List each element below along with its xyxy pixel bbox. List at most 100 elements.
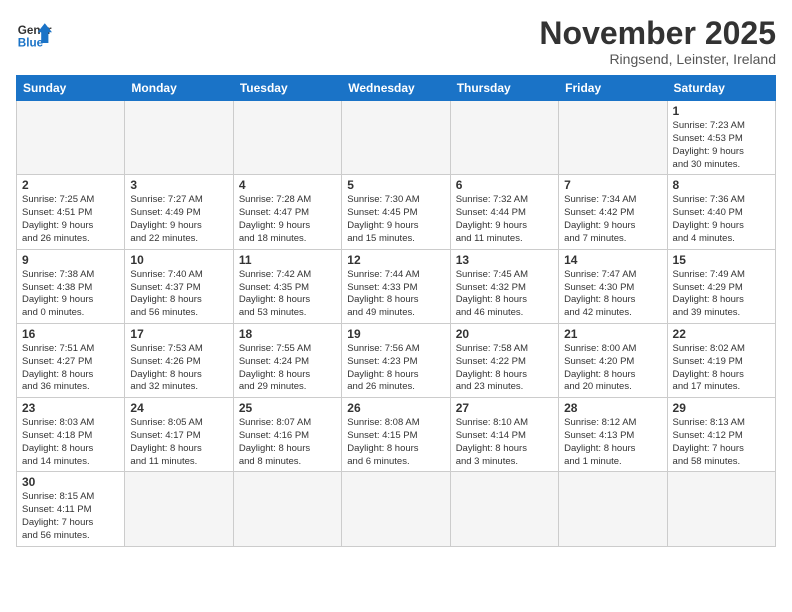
header-friday: Friday bbox=[559, 76, 667, 101]
table-row: 10 Sunrise: 7:40 AM Sunset: 4:37 PM Dayli… bbox=[125, 249, 233, 323]
day-number: 16 bbox=[22, 327, 119, 341]
table-row: 14 Sunrise: 7:47 AM Sunset: 4:30 PM Dayli… bbox=[559, 249, 667, 323]
day-number: 2 bbox=[22, 178, 119, 192]
day-number: 18 bbox=[239, 327, 336, 341]
table-row: 12Sunrise: 7:44 AM Sunset: 4:33 PM Dayli… bbox=[342, 249, 450, 323]
table-row bbox=[233, 101, 341, 175]
header-monday: Monday bbox=[125, 76, 233, 101]
day-info: Sunrise: 7:27 AM Sunset: 4:49 PM Dayligh… bbox=[130, 194, 227, 245]
day-info: Sunrise: 7:51 AM Sunset: 4:27 PM Dayligh… bbox=[22, 343, 119, 394]
header-saturday: Saturday bbox=[667, 76, 775, 101]
table-row: 26 Sunrise: 8:08 AM Sunset: 4:15 PM Dayli… bbox=[342, 398, 450, 472]
day-number: 28 bbox=[564, 401, 661, 415]
calendar: Sunday Monday Tuesday Wednesday Thursday… bbox=[16, 75, 776, 547]
day-number: 1 bbox=[673, 104, 770, 118]
table-row: 16 Sunrise: 7:51 AM Sunset: 4:27 PM Dayli… bbox=[17, 323, 125, 397]
day-number: 13 bbox=[456, 253, 553, 267]
calendar-header-row: Sunday Monday Tuesday Wednesday Thursday… bbox=[17, 76, 776, 101]
day-info: Sunrise: 8:08 AM Sunset: 4:15 PM Dayligh… bbox=[347, 417, 444, 468]
day-info: Sunrise: 8:12 AM Sunset: 4:13 PM Dayligh… bbox=[564, 417, 661, 468]
table-row bbox=[17, 101, 125, 175]
day-number: 10 bbox=[130, 253, 227, 267]
day-number: 3 bbox=[130, 178, 227, 192]
day-info: Sunrise: 8:10 AM Sunset: 4:14 PM Dayligh… bbox=[456, 417, 553, 468]
day-number: 24 bbox=[130, 401, 227, 415]
day-number: 6 bbox=[456, 178, 553, 192]
header-wednesday: Wednesday bbox=[342, 76, 450, 101]
table-row bbox=[559, 101, 667, 175]
table-row: 22Sunrise: 8:02 AM Sunset: 4:19 PM Dayli… bbox=[667, 323, 775, 397]
table-row: 19 Sunrise: 7:56 AM Sunset: 4:23 PM Dayli… bbox=[342, 323, 450, 397]
table-row bbox=[125, 101, 233, 175]
day-info: Sunrise: 8:03 AM Sunset: 4:18 PM Dayligh… bbox=[22, 417, 119, 468]
day-number: 7 bbox=[564, 178, 661, 192]
day-number: 27 bbox=[456, 401, 553, 415]
day-number: 30 bbox=[22, 475, 119, 489]
location: Ringsend, Leinster, Ireland bbox=[539, 51, 776, 67]
table-row: 7 Sunrise: 7:34 AM Sunset: 4:42 PM Daylig… bbox=[559, 175, 667, 249]
day-info: Sunrise: 7:32 AM Sunset: 4:44 PM Dayligh… bbox=[456, 194, 553, 245]
day-info: Sunrise: 7:25 AM Sunset: 4:51 PM Dayligh… bbox=[22, 194, 119, 245]
day-number: 23 bbox=[22, 401, 119, 415]
logo-icon: General Blue bbox=[16, 16, 52, 52]
day-info: Sunrise: 7:56 AM Sunset: 4:23 PM Dayligh… bbox=[347, 343, 444, 394]
header-tuesday: Tuesday bbox=[233, 76, 341, 101]
table-row bbox=[559, 472, 667, 546]
day-info: Sunrise: 7:28 AM Sunset: 4:47 PM Dayligh… bbox=[239, 194, 336, 245]
table-row: 17Sunrise: 7:53 AM Sunset: 4:26 PM Dayli… bbox=[125, 323, 233, 397]
day-number: 8 bbox=[673, 178, 770, 192]
day-info: Sunrise: 7:36 AM Sunset: 4:40 PM Dayligh… bbox=[673, 194, 770, 245]
day-info: Sunrise: 8:02 AM Sunset: 4:19 PM Dayligh… bbox=[673, 343, 770, 394]
table-row bbox=[450, 472, 558, 546]
day-number: 19 bbox=[347, 327, 444, 341]
table-row bbox=[667, 472, 775, 546]
table-row: 25 Sunrise: 8:07 AM Sunset: 4:16 PM Dayli… bbox=[233, 398, 341, 472]
table-row: 28 Sunrise: 8:12 AM Sunset: 4:13 PM Dayli… bbox=[559, 398, 667, 472]
day-number: 25 bbox=[239, 401, 336, 415]
day-number: 15 bbox=[673, 253, 770, 267]
table-row bbox=[450, 101, 558, 175]
day-info: Sunrise: 7:34 AM Sunset: 4:42 PM Dayligh… bbox=[564, 194, 661, 245]
day-info: Sunrise: 7:44 AM Sunset: 4:33 PM Dayligh… bbox=[347, 269, 444, 320]
day-info: Sunrise: 7:55 AM Sunset: 4:24 PM Dayligh… bbox=[239, 343, 336, 394]
day-info: Sunrise: 7:45 AM Sunset: 4:32 PM Dayligh… bbox=[456, 269, 553, 320]
day-number: 26 bbox=[347, 401, 444, 415]
table-row: 9Sunrise: 7:38 AM Sunset: 4:38 PM Daylig… bbox=[17, 249, 125, 323]
table-row bbox=[342, 101, 450, 175]
day-info: Sunrise: 7:38 AM Sunset: 4:38 PM Dayligh… bbox=[22, 269, 119, 320]
table-row: 6 Sunrise: 7:32 AM Sunset: 4:44 PM Daylig… bbox=[450, 175, 558, 249]
day-info: Sunrise: 8:05 AM Sunset: 4:17 PM Dayligh… bbox=[130, 417, 227, 468]
svg-text:Blue: Blue bbox=[18, 37, 44, 50]
table-row: 20Sunrise: 7:58 AM Sunset: 4:22 PM Dayli… bbox=[450, 323, 558, 397]
day-info: Sunrise: 7:42 AM Sunset: 4:35 PM Dayligh… bbox=[239, 269, 336, 320]
day-info: Sunrise: 8:15 AM Sunset: 4:11 PM Dayligh… bbox=[22, 491, 119, 542]
table-row: 21Sunrise: 8:00 AM Sunset: 4:20 PM Dayli… bbox=[559, 323, 667, 397]
title-block: November 2025 Ringsend, Leinster, Irelan… bbox=[539, 16, 776, 67]
day-number: 5 bbox=[347, 178, 444, 192]
table-row bbox=[342, 472, 450, 546]
month-title: November 2025 bbox=[539, 16, 776, 51]
table-row: 2 Sunrise: 7:25 AM Sunset: 4:51 PM Daylig… bbox=[17, 175, 125, 249]
day-info: Sunrise: 7:23 AM Sunset: 4:53 PM Dayligh… bbox=[673, 120, 770, 171]
day-number: 29 bbox=[673, 401, 770, 415]
day-number: 14 bbox=[564, 253, 661, 267]
table-row: 27 Sunrise: 8:10 AM Sunset: 4:14 PM Dayli… bbox=[450, 398, 558, 472]
day-info: Sunrise: 7:49 AM Sunset: 4:29 PM Dayligh… bbox=[673, 269, 770, 320]
day-number: 21 bbox=[564, 327, 661, 341]
table-row bbox=[233, 472, 341, 546]
table-row: 24 Sunrise: 8:05 AM Sunset: 4:17 PM Dayli… bbox=[125, 398, 233, 472]
day-info: Sunrise: 7:47 AM Sunset: 4:30 PM Dayligh… bbox=[564, 269, 661, 320]
day-info: Sunrise: 7:40 AM Sunset: 4:37 PM Dayligh… bbox=[130, 269, 227, 320]
day-number: 11 bbox=[239, 253, 336, 267]
day-info: Sunrise: 8:07 AM Sunset: 4:16 PM Dayligh… bbox=[239, 417, 336, 468]
table-row: 13 Sunrise: 7:45 AM Sunset: 4:32 PM Dayli… bbox=[450, 249, 558, 323]
table-row: 23 Sunrise: 8:03 AM Sunset: 4:18 PM Dayli… bbox=[17, 398, 125, 472]
day-info: Sunrise: 8:13 AM Sunset: 4:12 PM Dayligh… bbox=[673, 417, 770, 468]
table-row bbox=[125, 472, 233, 546]
page-header: General Blue November 2025 Ringsend, Lei… bbox=[16, 16, 776, 67]
table-row: 30 Sunrise: 8:15 AM Sunset: 4:11 PM Dayli… bbox=[17, 472, 125, 546]
table-row: 15 Sunrise: 7:49 AM Sunset: 4:29 PM Dayli… bbox=[667, 249, 775, 323]
table-row: 11 Sunrise: 7:42 AM Sunset: 4:35 PM Dayli… bbox=[233, 249, 341, 323]
table-row: 3 Sunrise: 7:27 AM Sunset: 4:49 PM Daylig… bbox=[125, 175, 233, 249]
table-row: 8 Sunrise: 7:36 AM Sunset: 4:40 PM Daylig… bbox=[667, 175, 775, 249]
